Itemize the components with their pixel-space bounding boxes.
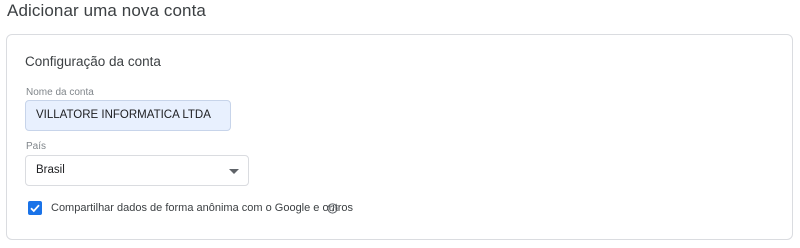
country-selected-value: Brasil — [36, 164, 65, 176]
share-data-label: Compartilhar dados de forma anônima com … — [51, 202, 354, 214]
country-label: País — [26, 141, 47, 152]
account-name-input[interactable]: VILLATORE INFORMATICA LTDA — [25, 100, 231, 131]
chevron-down-icon — [229, 169, 239, 174]
checkmark-icon — [30, 204, 40, 213]
country-select[interactable]: Brasil — [25, 155, 249, 186]
help-circle-icon[interactable] — [327, 203, 338, 214]
section-title: Configuração da conta — [25, 54, 161, 69]
page-title: Adicionar uma nova conta — [7, 1, 206, 20]
account-config-card: Configuração da conta Nome da conta VILL… — [6, 34, 793, 240]
account-name-label: Nome da conta — [26, 87, 94, 98]
share-data-checkbox[interactable] — [28, 201, 42, 215]
